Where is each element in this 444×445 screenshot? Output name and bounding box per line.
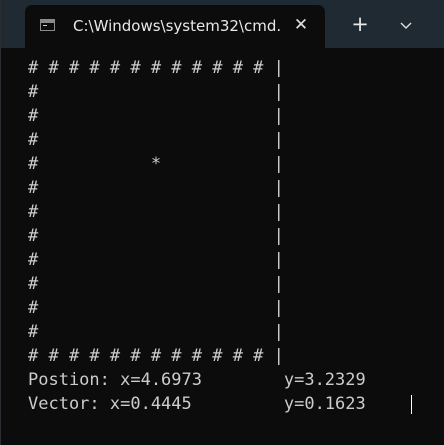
dropdown-button[interactable] bbox=[393, 12, 419, 38]
tab-title: C:\Windows\system32\cmd.e: bbox=[73, 17, 280, 35]
title-bar: C:\Windows\system32\cmd.e: ✕ + bbox=[1, 0, 444, 48]
vector-readout: Vector: x=0.4445 y=0.1623 bbox=[28, 394, 366, 414]
terminal-line: # | bbox=[28, 322, 284, 342]
terminal-line: # * | bbox=[28, 154, 284, 174]
terminal-line: # | bbox=[28, 82, 284, 102]
terminal-line: # | bbox=[28, 226, 284, 246]
chevron-down-icon bbox=[400, 22, 412, 29]
text-cursor bbox=[411, 395, 412, 414]
terminal-line: # | bbox=[28, 106, 284, 126]
terminal-line: # # # # # # # # # # # # | bbox=[28, 58, 284, 78]
terminal-line: # | bbox=[28, 130, 284, 150]
position-readout: Postion: x=4.6973 y=3.2329 bbox=[28, 370, 366, 390]
terminal-line: # | bbox=[28, 178, 284, 198]
new-tab-button[interactable]: + bbox=[346, 12, 374, 38]
terminal-line: # # # # # # # # # # # # | bbox=[28, 346, 284, 366]
terminal-line: # | bbox=[28, 250, 284, 270]
tab-cmd[interactable]: C:\Windows\system32\cmd.e: ✕ bbox=[25, 5, 325, 48]
cmd-icon bbox=[40, 19, 55, 31]
terminal-window: C:\Windows\system32\cmd.e: ✕ + # # # # #… bbox=[0, 0, 444, 445]
terminal-line: # | bbox=[28, 202, 284, 222]
terminal-line: # | bbox=[28, 274, 284, 294]
terminal-line: # | bbox=[28, 298, 284, 318]
terminal-output[interactable]: # # # # # # # # # # # # | # | # | # | # … bbox=[1, 48, 444, 445]
close-icon[interactable]: ✕ bbox=[290, 14, 312, 36]
